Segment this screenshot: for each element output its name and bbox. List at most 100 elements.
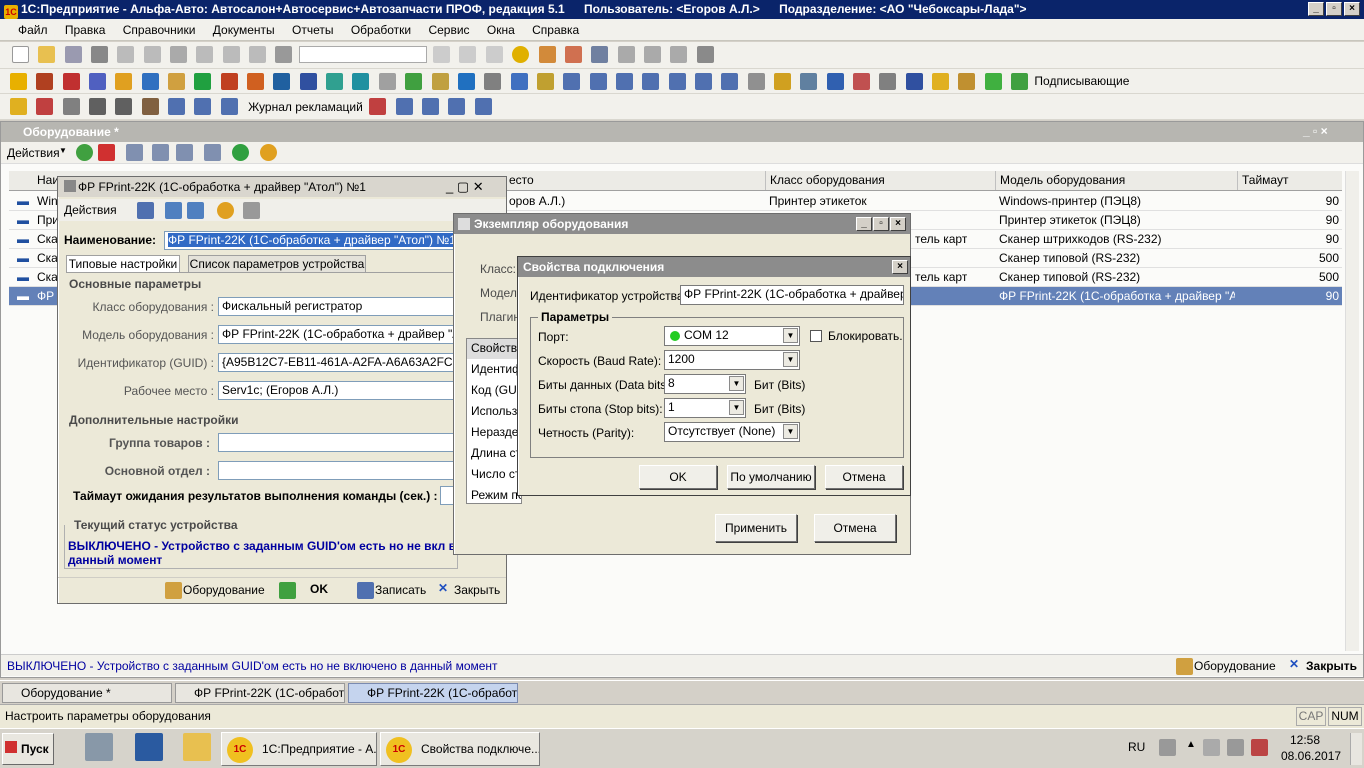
item-close-button[interactable]: Закрыть bbox=[454, 583, 500, 597]
list-item[interactable]: Идентиф bbox=[467, 359, 521, 380]
parity-select[interactable]: Отсутствует (None) ▼ bbox=[664, 422, 800, 442]
item-actions-menu[interactable]: Действия bbox=[64, 203, 117, 217]
menu-service[interactable]: Сервис bbox=[421, 19, 476, 41]
journal-icon[interactable] bbox=[431, 73, 449, 90]
search-next-icon[interactable] bbox=[459, 46, 477, 63]
powershell-icon[interactable] bbox=[135, 733, 163, 761]
nakl6-icon[interactable] bbox=[220, 98, 238, 115]
device-id-field[interactable]: ФР FPrint-22K (1С-обработка + драйвер "А… bbox=[680, 285, 904, 305]
menu-file[interactable]: Файл bbox=[0, 19, 55, 41]
rko-icon[interactable] bbox=[589, 73, 607, 90]
keyboard-icon[interactable] bbox=[1159, 739, 1176, 756]
doc-list-icon[interactable] bbox=[747, 73, 765, 90]
chevron-down-icon[interactable]: ▼ bbox=[729, 400, 744, 415]
hammer-icon[interactable] bbox=[141, 98, 159, 115]
chevron-down-icon[interactable]: ▼ bbox=[783, 352, 798, 367]
nakl2-icon[interactable] bbox=[694, 73, 712, 90]
col-class[interactable]: Класс оборудования bbox=[765, 171, 995, 190]
undo-icon[interactable] bbox=[222, 46, 240, 63]
journal-button[interactable]: Журнал рекламаций bbox=[248, 94, 363, 120]
list-item[interactable]: Использо bbox=[467, 401, 521, 422]
minimize-icon[interactable]: _ bbox=[1308, 2, 1324, 16]
table-icon[interactable] bbox=[484, 73, 502, 90]
signers-button[interactable]: Подписывающие bbox=[1034, 69, 1129, 94]
menu-reports[interactable]: Отчеты bbox=[285, 19, 340, 41]
form-icon[interactable] bbox=[165, 202, 182, 219]
staff-icon[interactable] bbox=[273, 73, 291, 90]
flag-tray-icon[interactable] bbox=[1203, 739, 1220, 756]
window-tab-equipment[interactable]: Оборудование * bbox=[2, 683, 172, 703]
apply-button[interactable]: Применить bbox=[715, 514, 797, 542]
nakl5-icon[interactable] bbox=[194, 98, 212, 115]
delete-icon[interactable] bbox=[98, 144, 115, 161]
list-item[interactable]: Свойство bbox=[467, 339, 521, 359]
monitor-icon[interactable] bbox=[352, 73, 370, 90]
cash-icon[interactable] bbox=[220, 73, 238, 90]
people-icon[interactable] bbox=[141, 73, 159, 90]
speed-select[interactable]: 1200 ▼ bbox=[664, 350, 800, 370]
pko-icon[interactable] bbox=[563, 73, 581, 90]
instance-cancel-button[interactable]: Отмена bbox=[814, 514, 896, 542]
list-item[interactable]: Нераздел bbox=[467, 422, 521, 443]
menu-windows[interactable]: Окна bbox=[480, 19, 522, 41]
clock-date[interactable]: 08.06.2017 bbox=[1281, 749, 1341, 763]
book-icon[interactable] bbox=[905, 73, 923, 90]
filter-set-icon[interactable] bbox=[152, 144, 169, 161]
copy-icon[interactable] bbox=[117, 46, 135, 63]
class-field[interactable]: Фискальный регистратор bbox=[218, 297, 458, 316]
instance-property-list[interactable]: Свойство Идентиф Код (GUI Использо Нераз… bbox=[466, 338, 522, 504]
team-icon[interactable] bbox=[326, 73, 344, 90]
item-help-icon[interactable] bbox=[217, 202, 234, 219]
preview-icon[interactable] bbox=[196, 46, 214, 63]
platform-icon[interactable] bbox=[615, 73, 633, 90]
list-close-button[interactable]: Закрыть bbox=[1306, 659, 1357, 673]
memory-minus-icon[interactable] bbox=[670, 46, 688, 63]
close-icon[interactable]: × bbox=[1344, 2, 1360, 16]
list-equipment-button[interactable]: Оборудование bbox=[1194, 659, 1276, 673]
memory-m-icon[interactable] bbox=[617, 46, 635, 63]
refresh-icon[interactable] bbox=[232, 144, 249, 161]
users-icon[interactable] bbox=[591, 46, 609, 63]
invoice-icon[interactable] bbox=[642, 73, 660, 90]
money-icon[interactable] bbox=[194, 73, 212, 90]
warehouse-icon[interactable] bbox=[299, 73, 317, 90]
docs-icon[interactable] bbox=[536, 73, 554, 90]
add-list-icon[interactable] bbox=[405, 73, 423, 90]
props-cancel-button[interactable]: Отмена bbox=[825, 465, 903, 489]
find-icon[interactable] bbox=[275, 46, 293, 63]
name-field[interactable]: ФР FPrint-22K (1С-обработка + драйвер "А… bbox=[164, 231, 454, 250]
group-field[interactable] bbox=[218, 433, 458, 452]
list-item[interactable]: Код (GUI bbox=[467, 380, 521, 401]
menu-help[interactable]: Справка bbox=[525, 19, 586, 41]
list-window-controls[interactable]: _ ▫ × bbox=[1303, 124, 1328, 138]
server-manager-icon[interactable] bbox=[85, 733, 113, 761]
tools-icon[interactable] bbox=[696, 46, 714, 63]
copy-form-icon[interactable] bbox=[187, 202, 204, 219]
filter-menu-icon[interactable] bbox=[176, 144, 193, 161]
report-icon[interactable] bbox=[457, 73, 475, 90]
item-ok-button[interactable]: OK bbox=[310, 582, 328, 596]
redo-icon[interactable] bbox=[249, 46, 267, 63]
list-item[interactable]: Длина ст bbox=[467, 443, 521, 464]
help-icon[interactable] bbox=[260, 144, 277, 161]
app-logo-small-icon[interactable] bbox=[10, 73, 27, 90]
list-scrollbar[interactable] bbox=[1345, 171, 1359, 651]
flag-icon[interactable] bbox=[879, 73, 897, 90]
folder-icon[interactable] bbox=[932, 73, 950, 90]
nakl3-icon[interactable] bbox=[721, 73, 739, 90]
search-prev-icon[interactable] bbox=[485, 46, 503, 63]
tab-typical-settings[interactable]: Типовые настройки bbox=[66, 255, 180, 273]
place-field[interactable]: Serv1c; (Егоров А.Л.) bbox=[218, 381, 458, 400]
nakl4-icon[interactable] bbox=[168, 98, 186, 115]
price-icon[interactable] bbox=[247, 73, 265, 90]
col-place[interactable]: есто bbox=[505, 171, 765, 190]
item-window-controls[interactable]: _ ▢ ✕ bbox=[446, 179, 484, 195]
nakl9-icon[interactable] bbox=[474, 98, 492, 115]
dk-icon[interactable] bbox=[853, 73, 870, 90]
nakl8-icon[interactable] bbox=[448, 98, 466, 115]
list-actions-menu[interactable]: Действия bbox=[7, 146, 60, 160]
stopbits-select[interactable]: 1 ▼ bbox=[664, 398, 746, 418]
chevron-down-icon[interactable]: ▼ bbox=[729, 376, 744, 391]
port-select[interactable]: COM 12 ▼ bbox=[664, 326, 800, 346]
invoice2-icon[interactable] bbox=[395, 98, 413, 115]
